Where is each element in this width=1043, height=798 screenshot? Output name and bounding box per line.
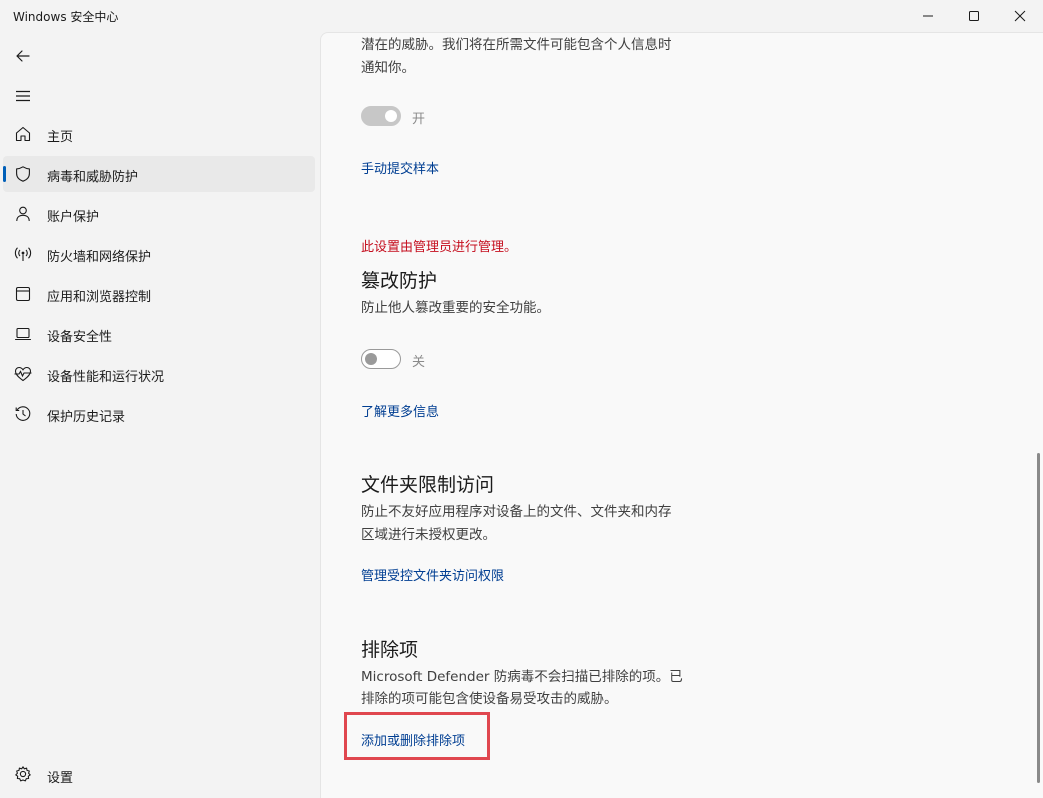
window-title: Windows 安全中心 xyxy=(13,10,119,24)
laptop-icon xyxy=(14,327,32,341)
folder-access-heading: 文件夹限制访问 xyxy=(361,474,495,496)
sidebar-item-settings[interactable]: 设置 xyxy=(3,756,315,792)
heart-pulse-icon xyxy=(14,366,32,382)
hamburger-menu-button[interactable] xyxy=(10,84,36,108)
toggle-knob xyxy=(365,353,377,365)
person-icon xyxy=(16,206,30,222)
sample-submission-toggle[interactable] xyxy=(361,106,401,126)
admin-managed-notice: 此设置由管理员进行管理。 xyxy=(361,240,518,255)
maximize-icon xyxy=(969,11,979,21)
learn-more-link[interactable]: 了解更多信息 xyxy=(361,401,439,420)
sidebar-item-protection-history[interactable]: 保护历史记录 xyxy=(3,396,315,432)
tamper-protection-heading: 篡改防护 xyxy=(361,270,438,292)
folder-access-desc-line1: 防止不友好应用程序对设备上的文件、文件夹和内存 xyxy=(361,504,672,520)
sidebar-item-app-browser-control[interactable]: 应用和浏览器控制 xyxy=(3,276,315,312)
manage-folder-access-link[interactable]: 管理受控文件夹访问权限 xyxy=(361,565,504,584)
minimize-button[interactable] xyxy=(905,0,951,32)
vertical-scrollbar[interactable] xyxy=(1037,453,1040,783)
tamper-protection-toggle[interactable] xyxy=(361,349,401,369)
sidebar-item-label: 应用和浏览器控制 xyxy=(47,290,152,305)
back-button[interactable] xyxy=(10,44,36,68)
sidebar-item-label: 病毒和威胁防护 xyxy=(47,170,139,185)
submit-sample-link[interactable]: 手动提交样本 xyxy=(361,158,439,177)
minimize-icon xyxy=(923,15,933,17)
exclusions-desc-line1: Microsoft Defender 防病毒不会扫描已排除的项。已 xyxy=(361,669,683,685)
exclusions-heading: 排除项 xyxy=(361,639,419,661)
sample-desc-line1: 潜在的威胁。我们将在所需文件可能包含个人信息时 xyxy=(361,37,672,53)
tamper-toggle-state: 关 xyxy=(412,355,426,370)
title-bar: Windows 安全中心 xyxy=(0,0,1043,32)
app-window-icon xyxy=(15,286,31,302)
sidebar-item-label: 设备性能和运行状况 xyxy=(47,370,165,385)
sidebar: 主页 病毒和威胁防护 账户保护 防火墙和网络保护 应用和浏览器控制 设备安全性 … xyxy=(0,32,320,798)
gear-icon xyxy=(15,766,31,782)
active-indicator xyxy=(3,166,6,182)
sidebar-item-label: 主页 xyxy=(47,130,74,145)
tamper-protection-desc: 防止他人篡改重要的安全功能。 xyxy=(361,300,550,316)
nav-list: 主页 病毒和威胁防护 账户保护 防火墙和网络保护 应用和浏览器控制 设备安全性 … xyxy=(3,116,315,436)
sidebar-item-home[interactable]: 主页 xyxy=(3,116,315,152)
sidebar-item-account-protection[interactable]: 账户保护 xyxy=(3,196,315,232)
back-arrow-icon xyxy=(16,50,30,62)
settings-label: 设置 xyxy=(47,771,74,786)
hamburger-icon xyxy=(16,90,30,102)
sidebar-item-device-security[interactable]: 设备安全性 xyxy=(3,316,315,352)
sidebar-item-label: 账户保护 xyxy=(47,210,100,225)
toggle-knob xyxy=(385,110,397,122)
sidebar-item-label: 保护历史记录 xyxy=(47,410,126,425)
sidebar-item-virus-protection[interactable]: 病毒和威胁防护 xyxy=(3,156,315,192)
folder-access-desc-line2: 区域进行未授权更改。 xyxy=(361,527,496,543)
home-icon xyxy=(15,126,31,142)
content-pane: 潜在的威胁。我们将在所需文件可能包含个人信息时 通知你。 开 手动提交样本 此设… xyxy=(320,32,1043,798)
maximize-button[interactable] xyxy=(951,0,997,32)
close-icon xyxy=(1014,10,1026,22)
sidebar-item-firewall[interactable]: 防火墙和网络保护 xyxy=(3,236,315,272)
wireless-icon xyxy=(14,247,32,261)
highlight-box xyxy=(344,712,490,760)
history-icon xyxy=(15,406,31,421)
sample-desc-line2: 通知你。 xyxy=(361,60,415,76)
sidebar-item-device-performance[interactable]: 设备性能和运行状况 xyxy=(3,356,315,392)
shield-icon xyxy=(16,166,30,182)
sidebar-item-label: 设备安全性 xyxy=(47,330,113,345)
sample-toggle-state: 开 xyxy=(412,112,426,127)
exclusions-desc-line2: 排除的项可能包含使设备易受攻击的威胁。 xyxy=(361,691,618,707)
close-button[interactable] xyxy=(997,0,1043,32)
sidebar-item-label: 防火墙和网络保护 xyxy=(47,250,152,265)
